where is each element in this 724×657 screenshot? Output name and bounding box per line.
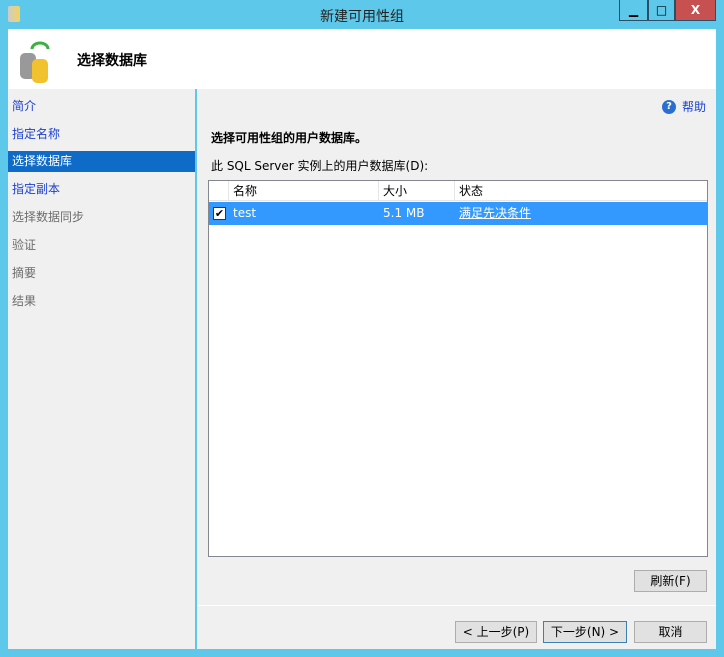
db-size: 5.1 MB (383, 206, 425, 220)
help-label: 帮助 (682, 100, 707, 114)
sidebar-item-intro[interactable]: 简介 (8, 96, 195, 117)
previous-button[interactable]: < 上一步(P) (455, 621, 537, 643)
help-icon: ? (662, 99, 676, 114)
next-button[interactable]: 下一步(N) > (543, 621, 627, 643)
maximize-button[interactable]: □ (648, 0, 675, 21)
list-label: 此 SQL Server 实例上的用户数据库(D): (211, 159, 429, 173)
sidebar-item-select-db[interactable]: 选择数据库 (8, 151, 195, 172)
column-header-status[interactable]: 状态 (455, 181, 707, 201)
db-name: test (233, 206, 257, 220)
sidebar: 简介 指定名称 选择数据库 指定副本 选择数据同步 验证 摘要 结果 (8, 89, 195, 649)
database-icon (18, 39, 58, 83)
sidebar-item-name[interactable]: 指定名称 (8, 124, 195, 145)
minimize-button[interactable]: ▁ (619, 0, 648, 21)
sidebar-item-validation: 验证 (12, 238, 37, 252)
close-button[interactable]: X (675, 0, 716, 21)
row-checkbox[interactable]: ✔ (213, 207, 226, 220)
title-bar: 新建可用性组 ▁ □ X (0, 0, 724, 29)
sidebar-item-results: 结果 (12, 294, 37, 308)
cancel-button[interactable]: 取消 (634, 621, 707, 643)
column-header-size[interactable]: 大小 (379, 181, 455, 201)
refresh-button[interactable]: 刷新(F) (634, 570, 707, 592)
section-heading: 选择可用性组的用户数据库。 (211, 131, 368, 145)
sidebar-item-data-sync: 选择数据同步 (12, 210, 85, 224)
table-row[interactable]: ✔ test 5.1 MB 满足先决条件 (209, 202, 707, 225)
page-header: 选择数据库 (8, 29, 716, 89)
database-table: 名称 大小 状态 ✔ test 5.1 MB 满足先决条件 (208, 180, 708, 557)
column-header-name[interactable]: 名称 (229, 181, 379, 201)
page-title: 选择数据库 (77, 53, 147, 69)
divider (197, 605, 716, 606)
window-title: 新建可用性组 (320, 9, 404, 25)
sidebar-item-summary: 摘要 (12, 266, 37, 280)
sidebar-item-replicas[interactable]: 指定副本 (8, 179, 195, 200)
db-status-link[interactable]: 满足先决条件 (459, 202, 531, 225)
checkbox-column-header[interactable] (209, 181, 229, 201)
table-header: 名称 大小 状态 (209, 181, 707, 201)
help-link[interactable]: ? 帮助 (662, 98, 706, 115)
